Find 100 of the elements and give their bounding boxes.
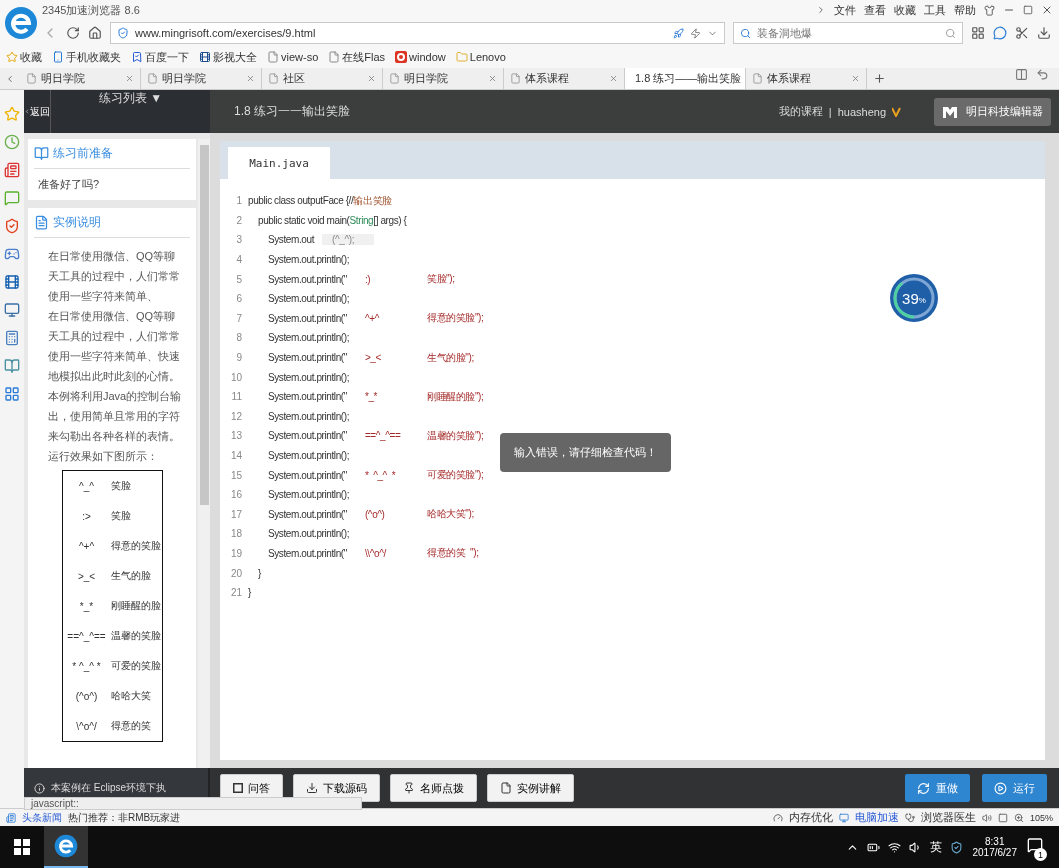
bookmark-link[interactable]: 影视大全 [199, 49, 257, 65]
panel-icon[interactable] [1015, 68, 1028, 81]
browser-logo-icon[interactable] [54, 834, 78, 858]
scissors-icon[interactable] [1015, 26, 1029, 40]
action-button[interactable]: 运行 [982, 774, 1047, 802]
code-text: System.out.println(" [268, 352, 347, 364]
back-button[interactable]: 返回 [24, 90, 51, 133]
skin-icon[interactable] [984, 4, 995, 16]
status-link[interactable]: 内存优化 [788, 810, 833, 825]
search-field[interactable]: 装备洞地爆 [733, 22, 963, 44]
bookmark-link[interactable]: 手机收藏夹 [52, 49, 121, 65]
gamepad-icon[interactable] [4, 246, 20, 262]
line-number: 18 [229, 528, 242, 540]
sidebar-toggle-icon[interactable] [5, 73, 15, 84]
close-icon[interactable] [1041, 4, 1053, 16]
code-text: } [248, 587, 251, 599]
exercise-list-button[interactable]: 练习列表 ▼ [51, 90, 210, 133]
menu-item[interactable]: 查看 [864, 2, 886, 18]
news-link[interactable]: 头条新闻 [22, 810, 62, 825]
monitor-icon [838, 812, 849, 823]
download-icon[interactable] [1037, 26, 1051, 40]
search-icon [740, 27, 751, 39]
card-title: 练习前准备 [53, 145, 113, 162]
meaning-text: 可爱的笑脸 [110, 659, 162, 673]
chat-icon[interactable] [4, 190, 20, 206]
tab-close-icon[interactable] [851, 74, 860, 83]
shield-icon[interactable] [949, 840, 963, 854]
ime-indicator[interactable]: 英 [929, 838, 942, 856]
status-link[interactable]: 电脑加速 [854, 810, 899, 825]
home-icon[interactable] [88, 26, 102, 40]
menu-item[interactable]: 收藏 [894, 2, 916, 18]
tab-close-icon[interactable] [609, 74, 618, 83]
reload-icon[interactable] [66, 26, 80, 40]
maximize-icon[interactable] [1023, 5, 1033, 15]
shield-icon [117, 27, 129, 39]
zoom-icon[interactable] [1013, 812, 1024, 823]
menu-item[interactable]: 帮助 [954, 2, 976, 18]
clock-date: 2017/6/27 [972, 847, 1017, 858]
my-courses-link[interactable]: 我的课程 [778, 104, 823, 119]
tab-close-icon[interactable] [125, 74, 134, 83]
code-editor[interactable] [220, 179, 1045, 760]
wifi-icon[interactable] [887, 840, 901, 854]
username-link[interactable]: huasheng [837, 105, 886, 118]
new-tab-icon[interactable] [872, 72, 886, 85]
back-icon [24, 108, 30, 115]
play-icon [994, 781, 1007, 795]
status-link[interactable]: 浏览器医生 [920, 810, 976, 825]
zoom-level[interactable]: 105% [1029, 812, 1053, 823]
news-icon[interactable] [4, 162, 20, 178]
star-icon[interactable] [4, 106, 20, 122]
bookmark-link[interactable]: view-so [267, 51, 319, 63]
browser-tab[interactable]: 1.8 练习——输出笑脸 [625, 68, 746, 89]
bookmark-link[interactable]: 收藏 [6, 49, 42, 65]
chat-icon[interactable] [993, 26, 1007, 40]
window-icon[interactable] [997, 812, 1008, 823]
film-icon[interactable] [4, 274, 20, 290]
page-icon [389, 73, 400, 84]
tab-close-icon[interactable] [367, 74, 376, 83]
bookmark-link[interactable]: 百度一下 [131, 49, 189, 65]
book-icon[interactable] [4, 358, 20, 374]
address-bar[interactable]: www.mingrisoft.com/exercises/9.html [110, 22, 725, 44]
meaning-text: 笑脸 [110, 479, 132, 493]
page-icon [510, 73, 521, 84]
menu-item[interactable]: 文件 [834, 2, 856, 18]
line-number: 2 [235, 214, 242, 226]
undo-icon[interactable] [1036, 68, 1049, 81]
tab-close-icon[interactable] [246, 74, 255, 83]
info-icon [34, 782, 45, 794]
tab-close-icon[interactable] [488, 74, 497, 83]
grid-icon[interactable] [971, 26, 985, 40]
toolbar-button[interactable]: 实例讲解 [487, 774, 574, 802]
desktop-icon[interactable] [4, 386, 20, 402]
search-icon[interactable] [945, 27, 956, 39]
clock-icon[interactable] [4, 134, 20, 150]
bookmark-link[interactable]: Lenovo [455, 51, 506, 63]
line-number: 13 [229, 430, 242, 442]
search-input[interactable]: 装备洞地爆 [755, 26, 941, 40]
menu-item[interactable]: 工具 [924, 2, 946, 18]
computer-icon[interactable] [4, 302, 20, 318]
meaning-text: 温馨的笑脸 [110, 629, 162, 643]
news-icon [6, 812, 16, 823]
bookmark-link[interactable]: 在线Flas [328, 49, 386, 65]
notification-icon[interactable] [1027, 837, 1043, 853]
editor-button[interactable]: 明日科技编辑器 [934, 97, 1051, 126]
windows-icon[interactable] [14, 839, 30, 855]
volume-icon[interactable] [908, 840, 922, 854]
lightning-icon [690, 27, 701, 39]
action-button[interactable]: 重做 [905, 774, 970, 802]
toolbar-button[interactable]: 名师点拨 [390, 774, 477, 802]
sound-icon[interactable] [981, 812, 992, 823]
file-tab[interactable]: Main.java [228, 147, 330, 179]
code-text: System.out.println(); [268, 450, 350, 461]
code-text: public static void main( [258, 214, 350, 226]
calculator-icon[interactable] [4, 330, 20, 346]
code-text: System.out.println(); [268, 254, 350, 266]
emoticon-text: :> [81, 510, 92, 522]
bookmark-link[interactable]: window [395, 51, 446, 63]
scrollbar[interactable] [198, 139, 210, 768]
code-text: \\^o^/ [364, 548, 388, 559]
code-text: 输出笑脸 [353, 193, 392, 208]
